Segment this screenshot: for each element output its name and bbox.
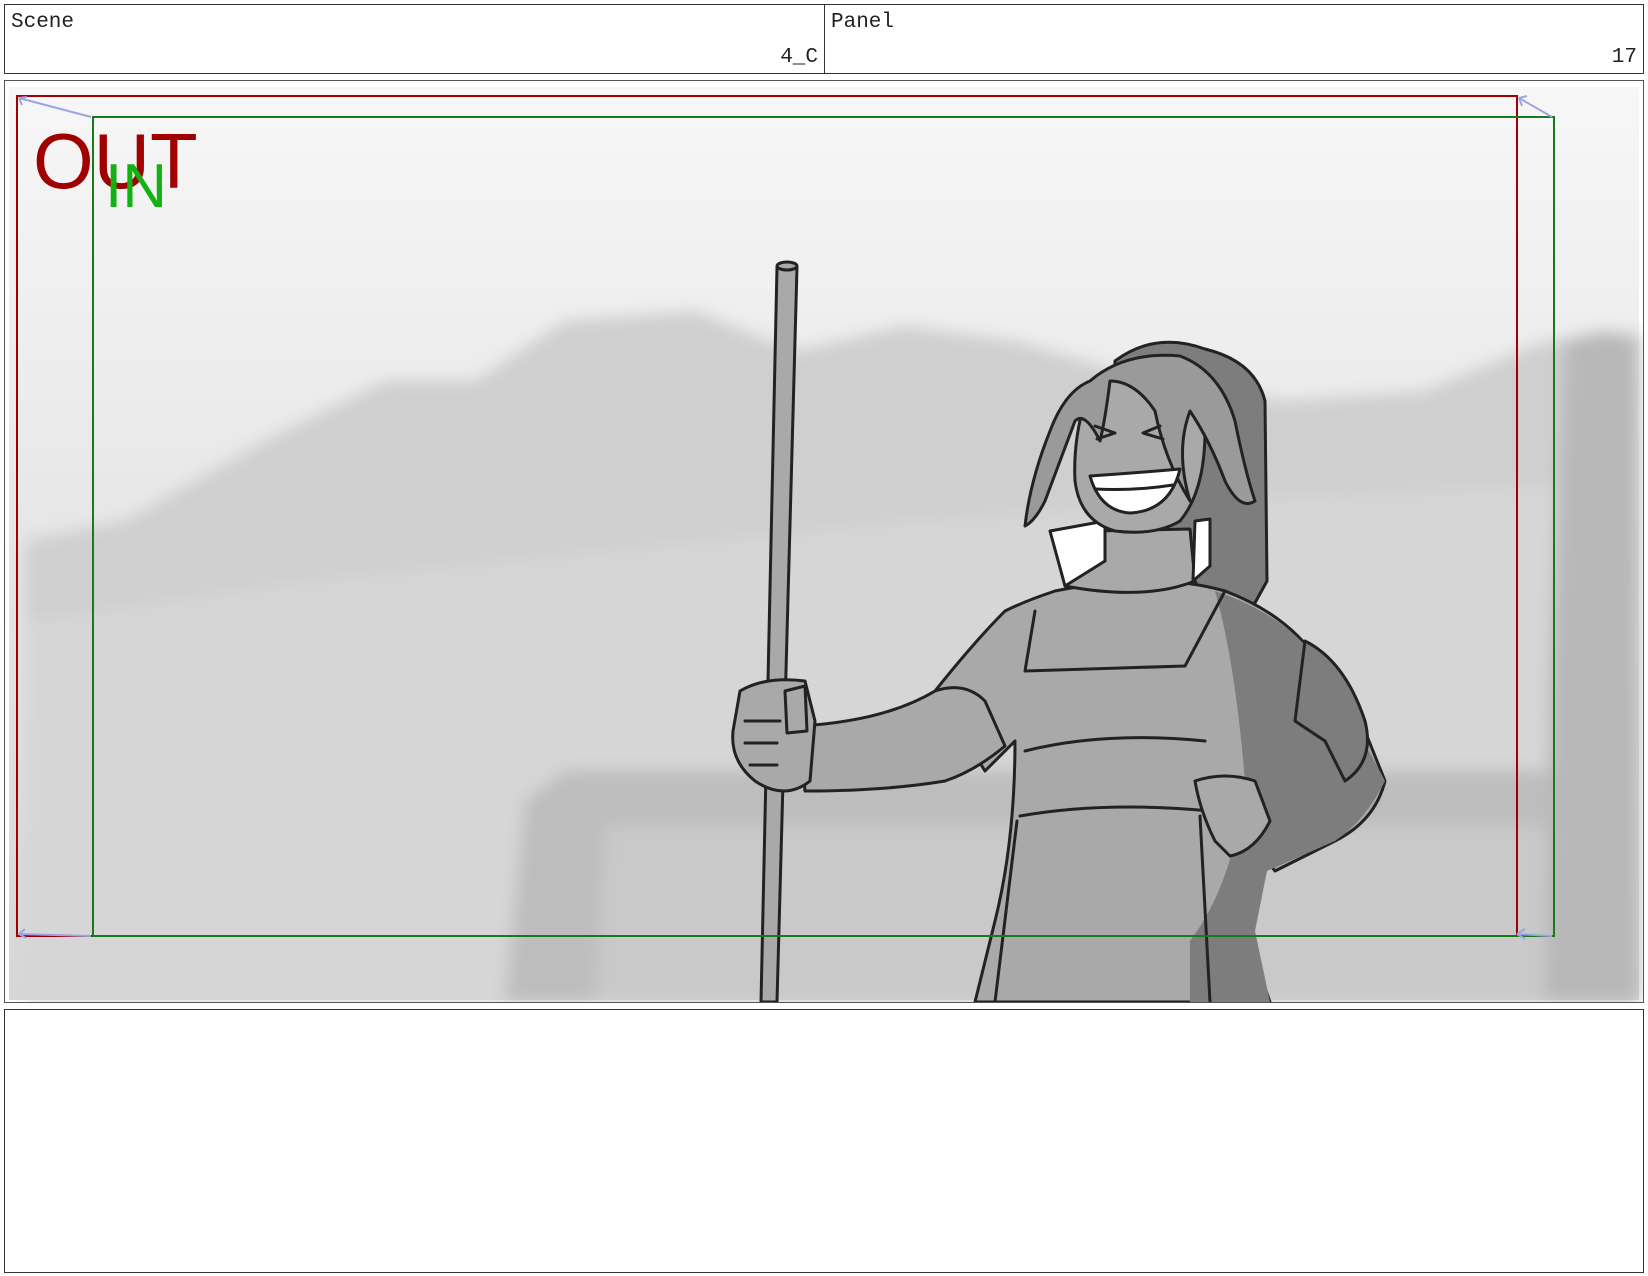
storyboard-frame: OUT IN	[4, 80, 1644, 1003]
scene-label: Scene	[11, 11, 75, 34]
panel-cell: Panel 17	[825, 5, 1643, 73]
panel-label: Panel	[831, 11, 895, 34]
in-label: IN	[105, 152, 167, 221]
storyboard-drawing: OUT IN	[9, 87, 1639, 1002]
scene-cell: Scene 4_C	[5, 5, 825, 73]
scene-value: 4_C	[780, 46, 818, 69]
panel-notes-box	[4, 1009, 1644, 1273]
panel-value: 17	[1611, 46, 1637, 69]
panel-header: Scene 4_C Panel 17	[4, 4, 1644, 74]
